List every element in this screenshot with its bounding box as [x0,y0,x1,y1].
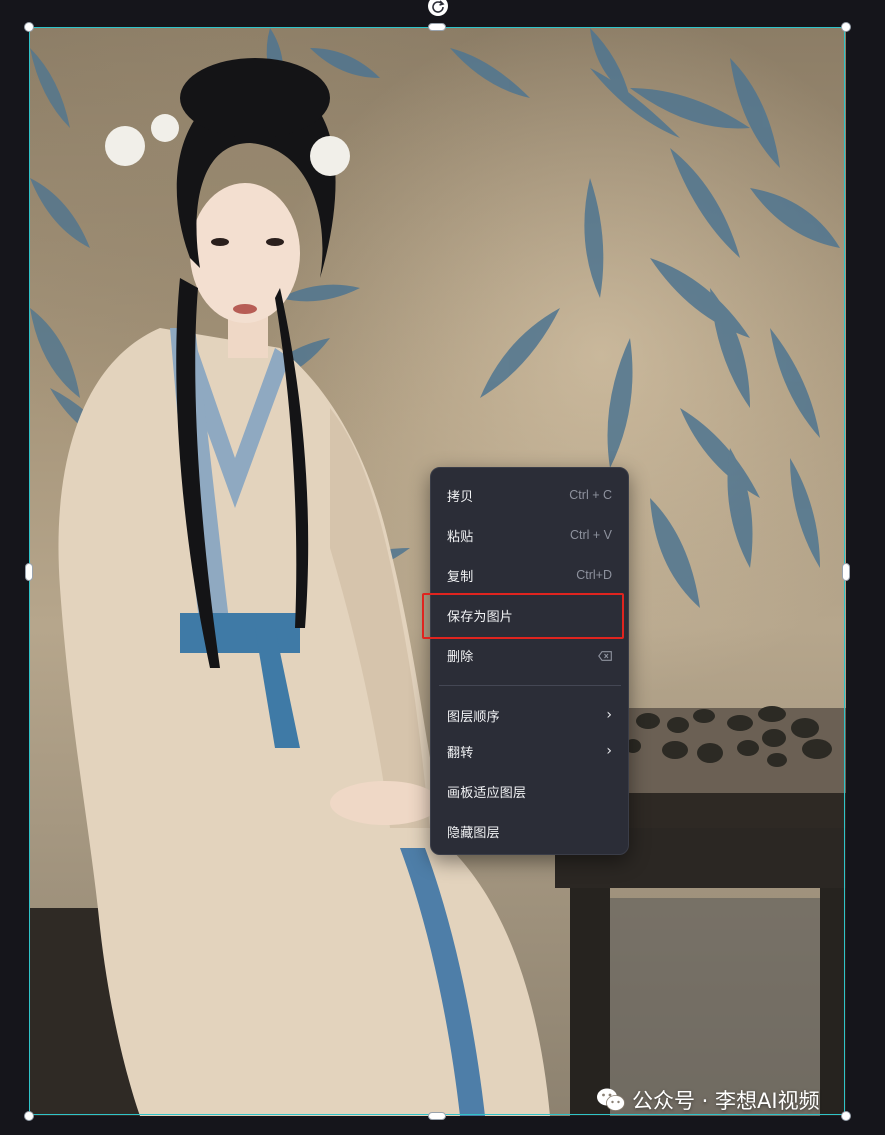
menu-item-duplicate[interactable]: 复制 Ctrl+D [431,558,628,592]
menu-item-label: 隐藏图层 [447,825,500,841]
context-menu: 拷贝 Ctrl + C 粘贴 Ctrl + V 复制 Ctrl+D 保存为图片 … [430,467,629,855]
menu-item-layer-order[interactable]: 图层顺序 › [431,698,628,732]
backspace-icon [598,646,612,665]
watermark-text: 公众号 · 李想AI视频 [632,1089,820,1113]
wechat-icon [597,1088,625,1111]
menu-item-label: 图层顺序 [447,709,500,725]
menu-item-shortcut: Ctrl + V [569,528,612,542]
menu-item-save-as-image[interactable]: 保存为图片 [431,598,628,632]
menu-item-shortcut: Ctrl+D [576,568,612,582]
resize-handle-right[interactable] [842,563,850,581]
menu-item-label: 翻转 [447,745,474,761]
resize-handle-bottom-left[interactable] [24,1111,34,1121]
menu-item-label: 粘贴 [447,529,474,545]
menu-item-flip[interactable]: 翻转 › [431,734,628,768]
watermark: 公众号 · 李想AI视频 [596,1084,820,1116]
chevron-right-icon: › [606,707,612,723]
rotate-icon[interactable] [428,0,448,16]
resize-handle-top-left[interactable] [24,22,34,32]
resize-handle-left[interactable] [25,563,33,581]
resize-handle-bottom[interactable] [428,1112,446,1120]
menu-item-paste[interactable]: 粘贴 Ctrl + V [431,518,628,552]
menu-item-label: 保存为图片 [447,609,514,625]
resize-handle-top-right[interactable] [841,22,851,32]
resize-handle-top[interactable] [428,23,446,31]
menu-item-label: 删除 [447,649,474,665]
menu-item-delete[interactable]: 删除 [431,638,628,672]
resize-handle-bottom-right[interactable] [841,1111,851,1121]
menu-separator [439,685,621,686]
menu-item-label: 画板适应图层 [447,785,527,801]
chevron-right-icon: › [606,743,612,759]
menu-item-label: 复制 [447,569,474,585]
menu-item-hide-layer[interactable]: 隐藏图层 [431,814,628,848]
menu-item-label: 拷贝 [447,489,474,505]
menu-item-fit-artboard-to-layer[interactable]: 画板适应图层 [431,774,628,808]
menu-item-copy[interactable]: 拷贝 Ctrl + C [431,478,628,512]
menu-item-shortcut: Ctrl + C [569,488,612,502]
editor-canvas[interactable]: 拷贝 Ctrl + C 粘贴 Ctrl + V 复制 Ctrl+D 保存为图片 … [0,0,885,1135]
